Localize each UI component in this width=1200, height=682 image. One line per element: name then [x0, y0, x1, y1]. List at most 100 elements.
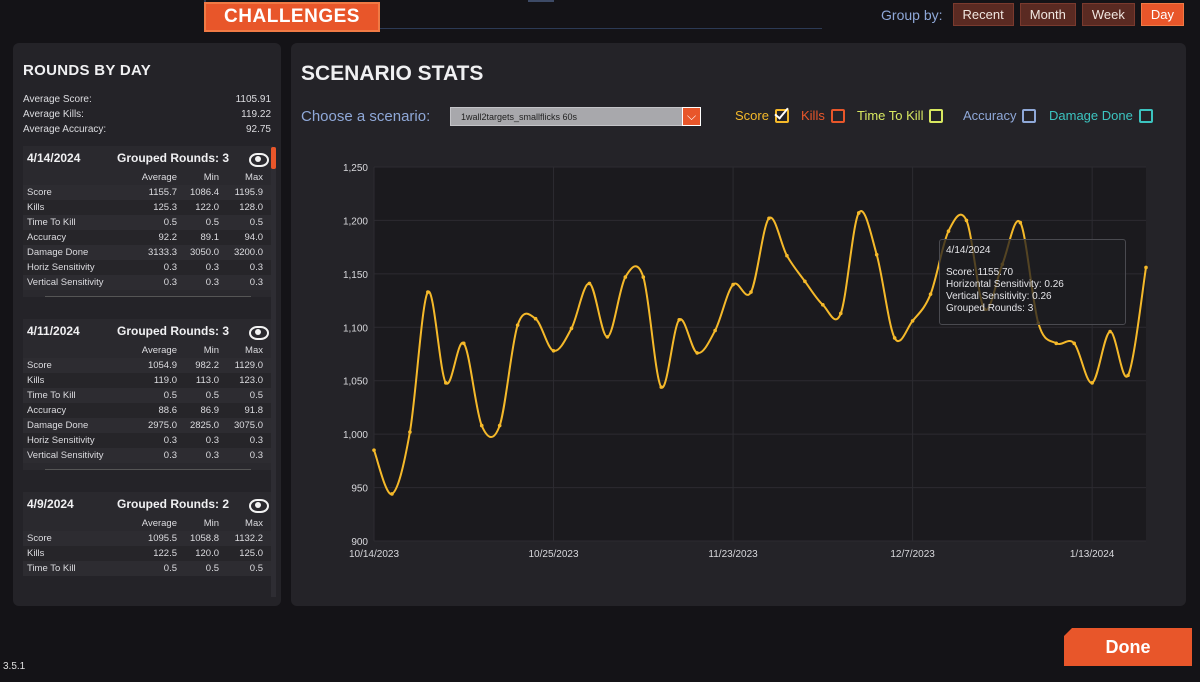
- score-data-point: [838, 311, 843, 316]
- stat-row: Kills 119.0 113.0 123.0: [23, 373, 273, 388]
- score-data-point: [856, 211, 861, 215]
- stat-min: 0.3: [205, 450, 219, 461]
- score-data-point: [461, 341, 466, 346]
- panel-title: ROUNDS BY DAY: [23, 62, 152, 79]
- x-tick-label: 10/14/2023: [349, 549, 399, 560]
- y-tick-label: 1,100: [343, 323, 368, 334]
- stat-average: 0.5: [163, 563, 177, 574]
- stat-name: Vertical Sensitivity: [27, 277, 104, 288]
- stat-name: Time To Kill: [27, 390, 76, 401]
- stat-average: 125.3: [153, 202, 177, 213]
- stat-name: Time To Kill: [27, 217, 76, 228]
- score-data-point: [569, 326, 574, 331]
- day-list-scrollbar[interactable]: [271, 147, 276, 597]
- eye-icon[interactable]: [249, 325, 269, 340]
- stat-min: 122.0: [195, 202, 219, 213]
- stat-header-row: Average Min Max: [23, 170, 273, 185]
- card-divider: [45, 469, 251, 470]
- tooltip-line: Grouped Rounds: 3: [946, 303, 1034, 314]
- score-data-point: [1072, 341, 1076, 346]
- day-card-header: 4/11/2024 Grouped Rounds: 3: [23, 319, 273, 343]
- average-accuracy-label: Average Accuracy:: [23, 124, 107, 135]
- score-data-point: [605, 335, 610, 339]
- stat-min: 1086.4: [189, 187, 219, 198]
- group-day-button[interactable]: Day: [1140, 3, 1184, 26]
- average-kills-value: 119.22: [241, 109, 271, 120]
- stat-min: 0.5: [205, 563, 219, 574]
- stat-name: Kills: [27, 548, 45, 559]
- score-data-point: [695, 351, 699, 355]
- stat-row: Accuracy 88.6 86.9 91.8: [23, 403, 273, 418]
- score-data-point: [623, 275, 628, 279]
- average-accuracy-row: Average Accuracy: 92.75: [23, 124, 271, 135]
- x-tick-label: 12/7/2023: [890, 549, 935, 560]
- average-score-value: 1105.91: [235, 94, 271, 105]
- stat-name: Kills: [27, 375, 45, 386]
- col-average: Average: [141, 172, 177, 183]
- stat-name: Score: [27, 533, 52, 544]
- stat-row: Vertical Sensitivity 0.3 0.3 0.3: [23, 275, 273, 290]
- stat-max: 0.3: [249, 262, 263, 273]
- stat-max: 1129.0: [234, 360, 263, 371]
- stat-row: Vertical Sensitivity 0.3 0.3 0.3: [23, 448, 273, 463]
- day-list[interactable]: 4/14/2024 Grouped Rounds: 3 Average Min Max S…: [23, 146, 275, 606]
- stat-name: Damage Done: [27, 420, 89, 431]
- grouped-rounds: Grouped Rounds: 2: [117, 497, 229, 511]
- score-data-point: [892, 336, 897, 340]
- y-tick-label: 1,250: [343, 163, 368, 174]
- stat-min: 0.5: [205, 390, 219, 401]
- version-label: 3.5.1: [3, 661, 26, 672]
- card-divider: [45, 296, 251, 297]
- score-data-point: [641, 275, 646, 279]
- score-data-point: [408, 430, 412, 434]
- score-data-point: [767, 216, 771, 221]
- stat-max: 91.8: [244, 405, 264, 416]
- day-list-scroll-thumb[interactable]: [271, 147, 276, 169]
- y-tick-label: 1,150: [343, 270, 368, 281]
- stat-max: 0.3: [249, 450, 263, 461]
- group-month-button[interactable]: Month: [1019, 3, 1076, 26]
- stat-min: 0.5: [205, 217, 219, 228]
- stat-row: Kills 125.3 122.0 128.0: [23, 200, 273, 215]
- score-data-point: [946, 229, 951, 233]
- stat-average: 2975.0: [147, 420, 177, 431]
- day-date: 4/11/2024: [27, 324, 80, 338]
- tab-challenges[interactable]: CHALLENGES: [204, 2, 380, 32]
- stat-min: 3050.0: [189, 247, 219, 258]
- stat-average: 0.5: [163, 390, 177, 401]
- y-tick-label: 1,050: [343, 377, 368, 388]
- score-data-point: [1090, 381, 1094, 385]
- eye-icon[interactable]: [249, 498, 269, 513]
- stat-average: 0.5: [163, 217, 177, 228]
- stat-min: 1058.8: [189, 533, 219, 544]
- stat-average: 88.6: [158, 405, 178, 416]
- stat-name: Time To Kill: [27, 563, 76, 574]
- x-tick-label: 10/25/2023: [529, 549, 579, 560]
- x-tick-label: 11/23/2023: [708, 549, 758, 560]
- day-date: 4/9/2024: [27, 497, 74, 511]
- stat-max: 128.0: [239, 202, 263, 213]
- group-recent-button[interactable]: Recent: [952, 3, 1014, 26]
- stat-rows: Score 1095.5 1058.8 1132.2 Kills 122.5 120.0 12…: [23, 531, 273, 576]
- group-by-bar: Group by: Recent Month Week Day: [881, 3, 1184, 26]
- stat-min: 113.0: [195, 375, 219, 386]
- stat-max: 94.0: [244, 232, 264, 243]
- group-week-button[interactable]: Week: [1081, 3, 1135, 26]
- stat-max: 123.0: [239, 375, 263, 386]
- score-data-point: [551, 348, 556, 353]
- col-max: Max: [245, 518, 263, 529]
- y-tick-label: 950: [351, 484, 368, 495]
- scenario-stats-panel: SCENARIO STATS Choose a scenario: 1wall2…: [291, 43, 1186, 606]
- score-data-point: [426, 290, 430, 294]
- stat-max: 1195.9: [234, 187, 263, 198]
- top-divider: [380, 28, 822, 29]
- y-tick-label: 1,200: [343, 216, 368, 227]
- score-data-point: [479, 423, 484, 428]
- stat-max: 1132.2: [234, 533, 263, 544]
- score-data-point: [1144, 265, 1148, 270]
- eye-icon[interactable]: [249, 152, 269, 167]
- stat-row: Time To Kill 0.5 0.5 0.5: [23, 561, 273, 576]
- stat-name: Damage Done: [27, 247, 89, 258]
- stat-row: Accuracy 92.2 89.1 94.0: [23, 230, 273, 245]
- done-button[interactable]: Done: [1064, 628, 1192, 666]
